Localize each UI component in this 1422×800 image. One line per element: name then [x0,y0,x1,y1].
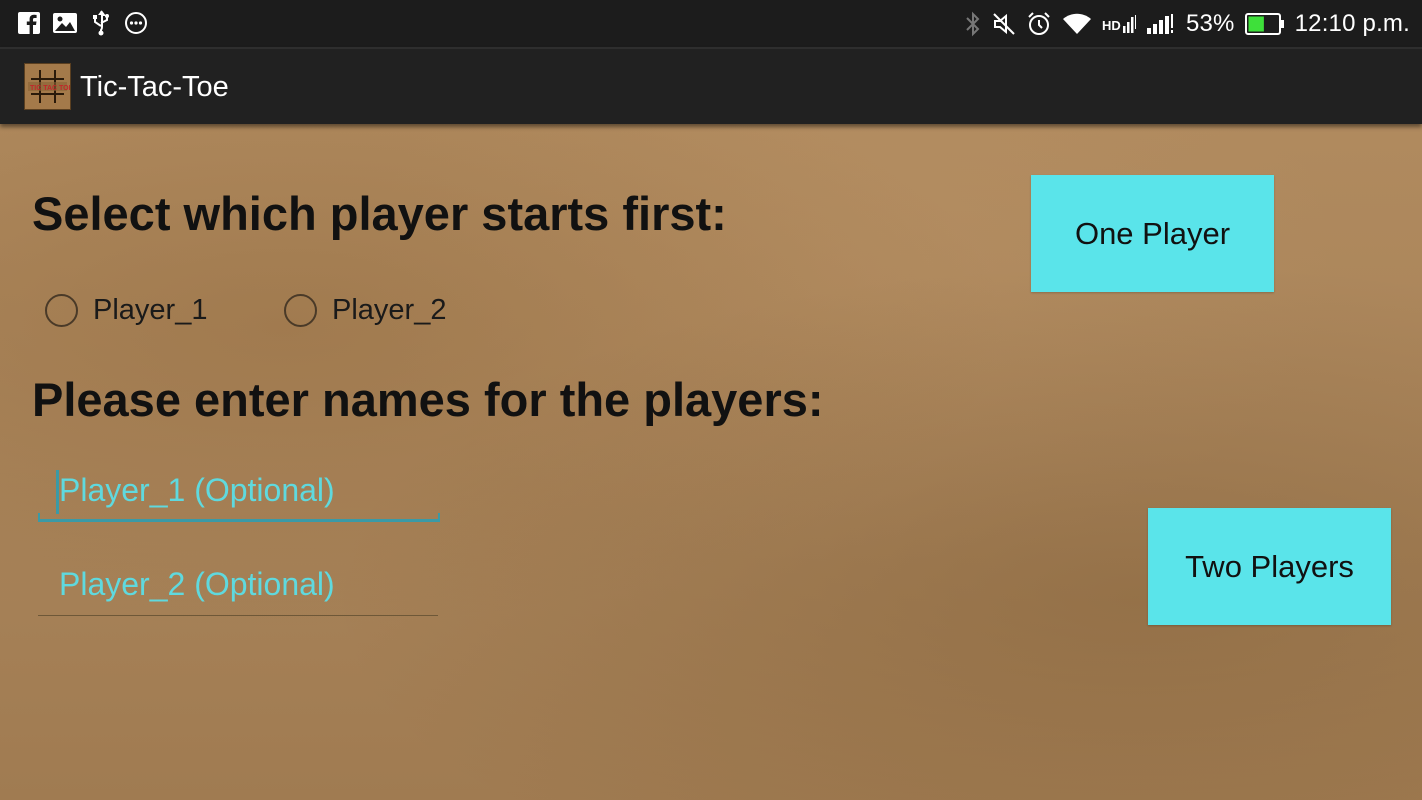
radio-button-circle[interactable] [284,294,317,327]
radio-player-2[interactable]: Player_2 [284,294,446,327]
player-2-placeholder: Player_2 (Optional) [59,566,335,602]
svg-text:TIC TAC TOE: TIC TAC TOE [30,85,70,92]
svg-text:HD: HD [1102,18,1121,33]
radio-player-1[interactable]: Player_1 [45,294,207,327]
more-icon [124,11,148,35]
player-2-name-input[interactable]: Player_2 (Optional) [38,556,440,616]
radio-label: Player_1 [93,294,208,326]
battery-percent: 53% [1185,10,1235,37]
main-content: Select which player starts first: Player… [0,124,1422,800]
notification-icons [18,10,148,36]
bluetooth-icon [964,11,982,37]
mute-icon [992,12,1016,36]
wifi-icon [1062,12,1092,36]
image-icon [52,12,78,34]
signal-icon [1146,12,1176,36]
one-player-button[interactable]: One Player [1031,175,1274,292]
usb-icon [90,10,112,36]
hd-signal-icon: HD [1102,12,1136,36]
radio-label: Player_2 [332,294,447,326]
player-1-placeholder: Player_1 (Optional) [59,472,335,508]
input-underline [38,615,438,616]
input-underline-focused [38,513,440,522]
facebook-icon [18,12,40,34]
clock: 12:10 p.m. [1294,10,1410,37]
battery-icon [1244,13,1285,35]
app-title: Tic-Tac-Toe [80,71,229,103]
two-players-button[interactable]: Two Players [1148,508,1391,625]
player-1-name-input[interactable]: Player_1 (Optional) [38,462,440,522]
radio-button-circle[interactable] [45,294,78,327]
system-status: HD 53% 12:10 p.m. [964,8,1410,40]
start-player-heading: Select which player starts first: [32,187,727,240]
app-bar: TIC TAC TOE Tic-Tac-Toe [0,47,1422,124]
player-names-heading: Please enter names for the players: [32,373,824,426]
status-bar: HD 53% 12:10 p.m. [0,0,1422,47]
alarm-icon [1026,11,1052,37]
tic-tac-toe-app-icon: TIC TAC TOE [24,63,74,110]
